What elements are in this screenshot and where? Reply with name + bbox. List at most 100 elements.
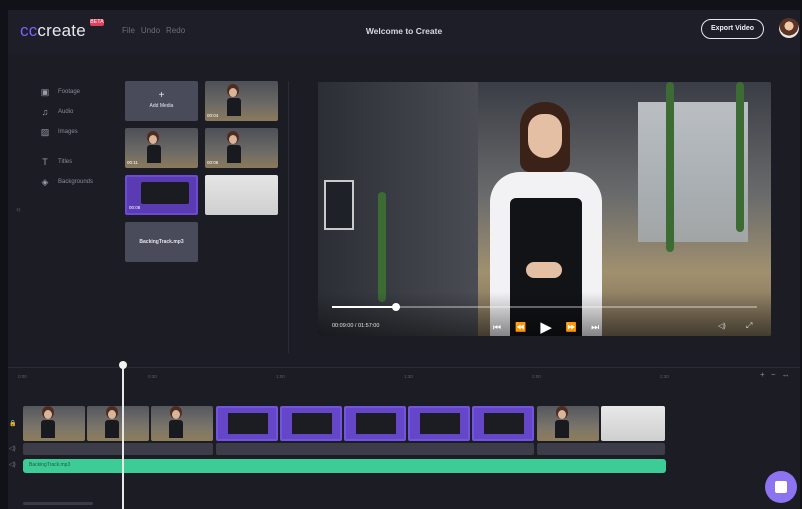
fast-forward-icon[interactable]: ⏩ [566,322,577,333]
audio-track-clip[interactable]: BackingTrack.mp3 [23,459,666,473]
clip-duration: 00:11 [127,160,138,165]
media-tile-image[interactable] [205,175,278,215]
chat-support-button[interactable] [765,471,797,503]
sidebar-item-label: Images [58,129,78,135]
media-tile-footage[interactable]: 00:06 [205,128,278,168]
transport-controls: ⏮ ⏪ ▶ ⏩ ⏭ [493,318,599,336]
add-media-label: Add Media [149,103,174,109]
playhead-line[interactable] [122,365,124,509]
audio-track-label: BackingTrack.mp3 [29,462,71,468]
lock-icon[interactable]: 🔒 [9,420,16,427]
timeline-clip[interactable] [537,406,599,441]
clip-audio-waveform[interactable] [537,443,665,455]
ruler-label: 1:30 [404,374,413,379]
timeline-clip-screen[interactable] [408,406,470,441]
plus-icon: + [158,90,165,101]
chat-icon [775,481,787,493]
timeline-scrollbar[interactable] [23,502,93,505]
video-thumbnail [226,88,241,117]
clip-duration: 00:04 [207,113,219,118]
clip-thumbnail [169,410,183,438]
sidebar-item-backgrounds[interactable]: ◈ Backgrounds [38,172,118,192]
preview-scene [324,180,354,230]
play-icon[interactable]: ▶ [540,318,552,336]
media-tile-audio[interactable]: BackingTrack.mp3 [125,222,198,262]
timeline-clip-image[interactable] [601,406,665,441]
layers-icon: ◈ [41,176,49,187]
sidebar-divider [38,142,118,152]
preview-scene [378,192,386,302]
timeline-ruler[interactable]: 0:00 0:30 1:00 1:30 2:00 2:30 [8,370,800,384]
sidebar-item-label: Audio [58,109,74,115]
timeline-clip-screen[interactable] [216,406,278,441]
volume-icon[interactable]: ◁) [9,445,16,452]
clip-audio-waveform[interactable] [216,443,534,455]
ruler-label: 0:00 [18,374,27,379]
clip-duration: 00:06 [207,160,219,165]
sidebar-item-label: Footage [58,89,81,95]
video-thumbnail [146,135,161,164]
sidebar-item-images[interactable]: ▨ Images [38,122,118,142]
ruler-label: 2:00 [532,374,541,379]
timeline-clip-screen[interactable] [280,406,342,441]
sidebar-item-audio[interactable]: ♫ Audio [38,102,118,122]
playhead-handle[interactable] [119,361,127,369]
skip-start-icon[interactable]: ⏮ [493,322,501,333]
beta-badge: BETA [90,19,104,26]
clip-thumbnail [484,413,524,434]
playback-time: 00:09:00 / 01:57:00 [332,323,380,329]
music-icon: ♫ [41,107,49,117]
volume-icon[interactable]: ◁) [9,461,16,468]
text-icon: T [42,157,48,167]
audio-file-name: BackingTrack.mp3 [139,239,184,245]
clip-duration: 00:08 [129,205,141,210]
media-tile-footage[interactable]: 00:11 [125,128,198,168]
volume-icon[interactable]: ◁) [718,322,726,330]
image-icon: ▨ [40,126,50,137]
export-video-button[interactable]: Export Video [701,19,764,39]
page-title: Welcome to Create [365,26,443,36]
timeline-clip[interactable] [87,406,149,441]
fullscreen-icon[interactable]: ⤢ [746,321,752,331]
progress-fill [332,306,396,308]
media-tile-screen-recording[interactable]: 00:08 [125,175,198,215]
preview-scene [638,102,748,242]
avatar[interactable] [779,18,799,38]
film-icon: ▣ [40,86,50,97]
collapse-sidebar-icon[interactable]: « [16,204,21,214]
video-thumbnail [226,135,241,164]
timeline-divider [8,367,800,368]
clip-thumbnail [292,413,332,434]
clip-thumbnail [356,413,396,434]
clip-thumbnail [420,413,460,434]
ruler-label: 2:30 [660,374,669,379]
add-media-button[interactable]: + Add Media [125,81,198,121]
timeline-clip-screen[interactable] [472,406,534,441]
sidebar-item-footage[interactable]: ▣ Footage [38,82,118,102]
preview-scene [736,82,744,232]
ruler-label: 0:30 [148,374,157,379]
timeline-clip[interactable] [151,406,213,441]
video-preview[interactable]: 00:09:00 / 01:57:00 ⏮ ⏪ ▶ ⏩ ⏭ ◁) ⤢ [318,82,771,336]
timeline-zoom-controls[interactable]: + − ↔ [760,370,792,379]
progress-scrubber[interactable] [391,303,400,311]
skip-end-icon[interactable]: ⏭ [591,322,599,333]
playback-progress-bar[interactable] [332,303,757,311]
clip-audio-waveform[interactable] [23,443,213,455]
app-window: cccreate BETA File Undo Redo Welcome to … [8,10,800,509]
sidebar-item-titles[interactable]: T Titles [38,152,118,172]
sidebar-item-label: Backgrounds [58,179,94,185]
clip-thumbnail [228,413,268,434]
panel-divider [288,81,289,353]
sidebar: ▣ Footage ♫ Audio ▨ Images T Titles ◈ Ba… [38,82,118,192]
top-bar: cccreate BETA File Undo Redo Welcome to … [8,10,800,54]
timeline-clip-screen[interactable] [344,406,406,441]
timeline-clip[interactable] [23,406,85,441]
screen-thumbnail [141,182,189,204]
clip-thumbnail [555,410,569,438]
rewind-icon[interactable]: ⏪ [515,322,526,333]
sidebar-item-label: Titles [58,159,73,165]
clip-thumbnail [41,410,55,438]
preview-scene [666,82,674,252]
media-tile-footage[interactable]: 00:04 [205,81,278,121]
